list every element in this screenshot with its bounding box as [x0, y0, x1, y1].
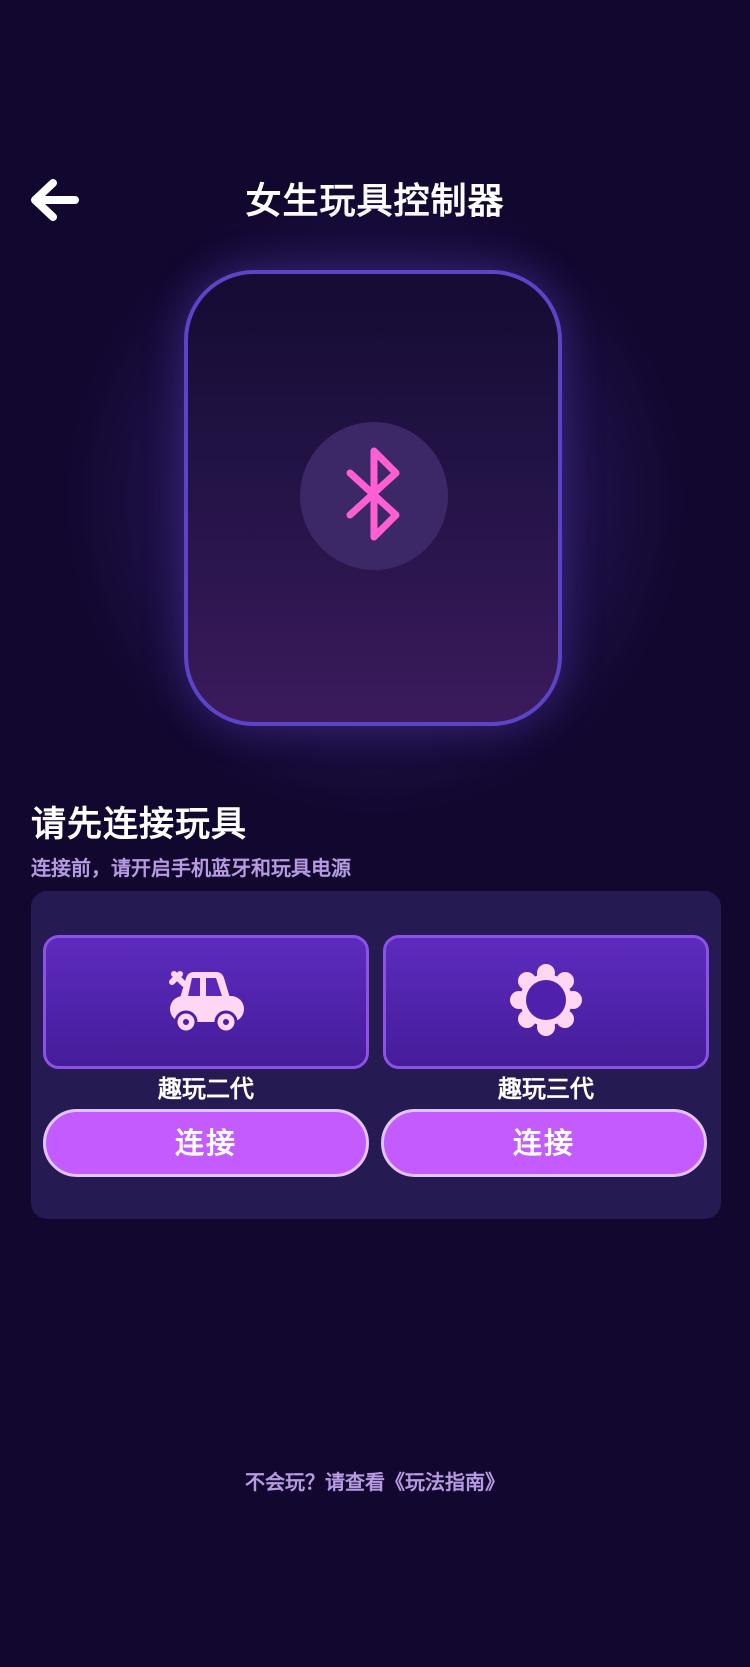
connect-button-gen3[interactable]: 连接	[381, 1109, 707, 1177]
toy-tile-gen3[interactable]	[383, 935, 709, 1069]
toy-name-gen3: 趣玩三代	[498, 1075, 594, 1103]
guide-link[interactable]: 不会玩？请查看《玩法指南》	[0, 1466, 750, 1495]
section-title: 请先连接玩具	[31, 805, 248, 845]
bluetooth-circle	[300, 422, 448, 570]
device-card	[184, 270, 562, 726]
car-icon	[166, 968, 246, 1036]
flower-icon	[510, 964, 582, 1040]
connect-button-gen2[interactable]: 连接	[43, 1109, 369, 1177]
section-subtitle: 连接前，请开启手机蓝牙和玩具电源	[31, 856, 351, 880]
toy-panel: 趣玩二代 连接 趣玩三代 连接	[31, 891, 721, 1219]
toy-tile-gen2[interactable]	[43, 935, 369, 1069]
toy-name-gen2: 趣玩二代	[158, 1075, 254, 1103]
bluetooth-icon	[344, 445, 404, 547]
